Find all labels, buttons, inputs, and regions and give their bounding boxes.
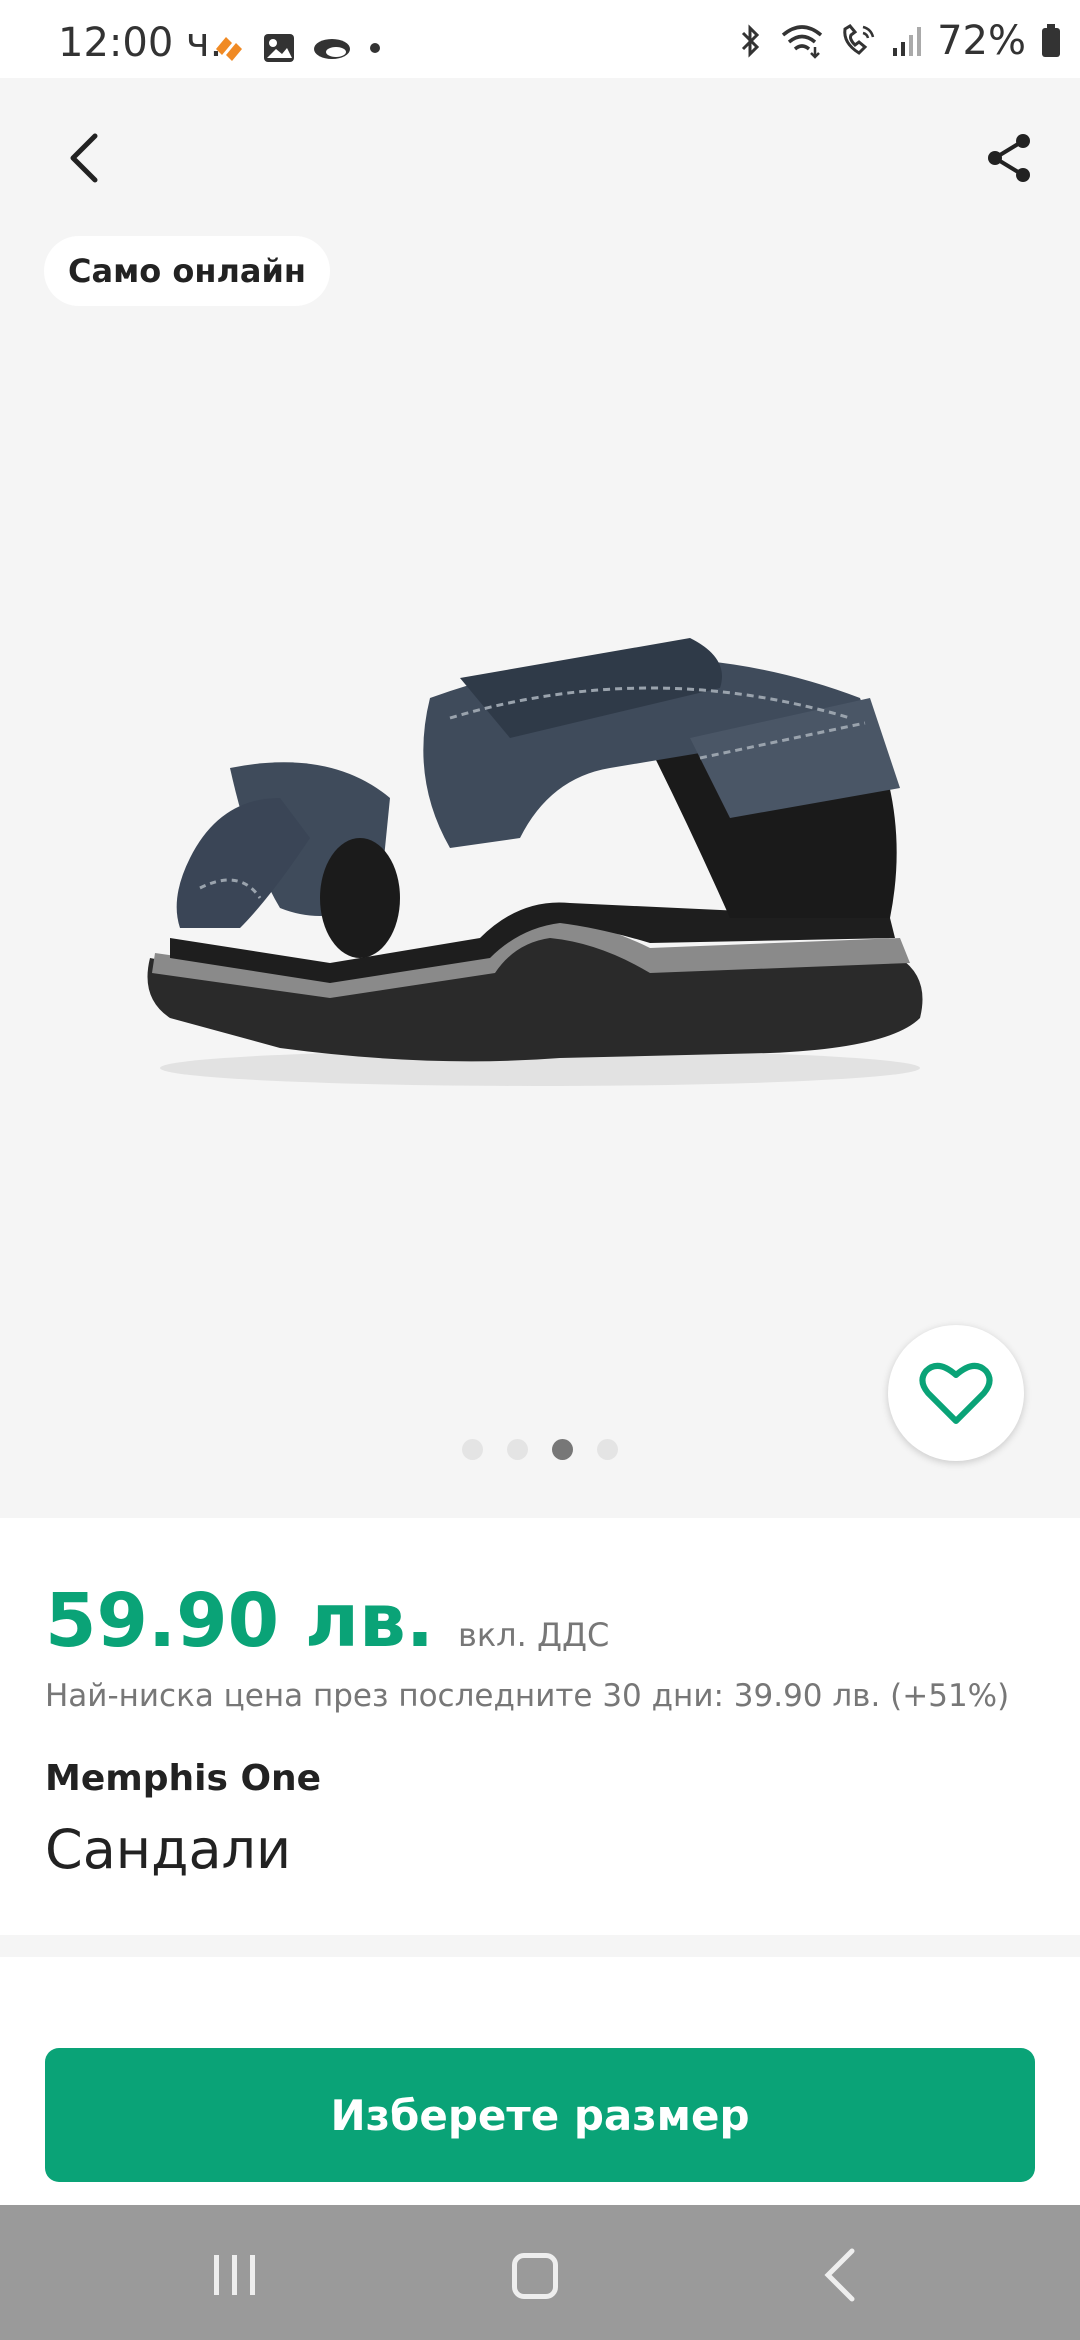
pagination-dot-active[interactable] (552, 1439, 573, 1460)
app-notification-icon (216, 37, 242, 61)
vat-note: вкл. ДДС (457, 1616, 610, 1654)
favorite-button[interactable] (888, 1325, 1024, 1461)
share-icon (988, 134, 1030, 182)
status-time: 12:00 ч. (58, 20, 223, 66)
lowest-price-note: Най-ниска цена през последните 30 дни: 3… (45, 1678, 1010, 1714)
system-back-icon[interactable] (820, 2247, 860, 2303)
heart-icon (919, 1362, 993, 1424)
select-size-button[interactable]: Изберете размер (45, 2048, 1035, 2182)
system-nav-bar (0, 2205, 1080, 2340)
product-price: 59.90 лв. (45, 1578, 434, 1664)
home-icon[interactable] (512, 2253, 558, 2299)
pagination-dot[interactable] (597, 1439, 618, 1460)
online-only-badge: Само онлайн (44, 236, 331, 306)
battery-icon (1042, 24, 1060, 57)
status-left-icons (212, 28, 382, 68)
pagination-dot[interactable] (507, 1439, 528, 1460)
sandal-product-image (147, 638, 923, 1086)
call-icon (843, 24, 875, 55)
bluetooth-icon (742, 24, 760, 58)
battery-percent: 72% (937, 18, 1026, 64)
price-row: 59.90 лв. вкл. ДДС (45, 1578, 609, 1664)
product-name: Сандали (45, 1818, 292, 1881)
status-bar: 12:00 ч. 72% (0, 0, 1080, 78)
pagination-dot[interactable] (462, 1439, 483, 1460)
product-brand: Memphis One (45, 1758, 322, 1799)
dot-icon (370, 43, 380, 53)
gallery-icon (264, 34, 294, 62)
product-info: 59.90 лв. вкл. ДДС Най-ниска цена през п… (0, 1518, 1080, 1933)
signal-icon (893, 27, 922, 56)
wifi-icon (781, 25, 823, 59)
section-divider (0, 1935, 1080, 1957)
status-right-icons: 72% (735, 18, 1062, 64)
recent-apps-icon[interactable] (210, 2253, 260, 2297)
gallery-pagination (462, 1439, 618, 1460)
chevron-left-icon (70, 133, 98, 183)
product-gallery[interactable]: Само онлайн (0, 78, 1080, 1518)
share-button[interactable] (980, 128, 1040, 188)
cloud-icon (314, 39, 350, 59)
back-button[interactable] (55, 128, 115, 188)
